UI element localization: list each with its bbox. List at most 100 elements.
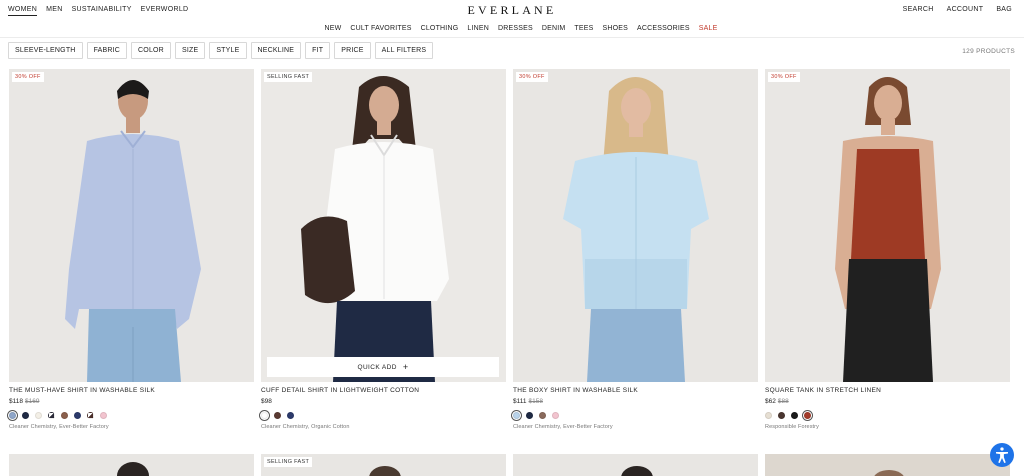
filter-fabric[interactable]: FABRIC: [86, 42, 128, 59]
model-illustration: [261, 69, 506, 382]
selling-fast-badge: SELLING FAST: [264, 457, 313, 467]
product-image[interactable]: SELLING FAST: [261, 454, 506, 476]
quick-add-button[interactable]: QUICK ADD +: [267, 357, 499, 377]
quick-add-label: QUICK ADD: [357, 363, 397, 371]
discount-badge: 30% OFF: [12, 72, 44, 82]
color-swatch[interactable]: [35, 411, 42, 419]
color-swatch[interactable]: [539, 411, 546, 419]
filter-sleeve-length[interactable]: SLEEVE-LENGTH: [8, 42, 83, 59]
filter-neckline[interactable]: NECKLINE: [250, 42, 302, 59]
product-card[interactable]: 30% OFF THE MUST-HAVE SHIRT IN WASHABLE …: [9, 69, 254, 430]
color-swatch[interactable]: [791, 411, 798, 419]
color-swatch[interactable]: [22, 411, 29, 419]
color-swatch[interactable]: [48, 411, 55, 419]
filter-bar: SLEEVE-LENGTH FABRIC COLOR SIZE STYLE NE…: [8, 42, 434, 59]
price: $98: [261, 398, 272, 405]
sale-price: $111: [513, 398, 527, 405]
product-count: 129 PRODUCTS: [962, 48, 1015, 55]
model-illustration: [117, 462, 149, 476]
filter-fit[interactable]: FIT: [305, 42, 331, 59]
filter-style[interactable]: STYLE: [209, 42, 247, 59]
color-swatch[interactable]: [100, 411, 107, 419]
bag-link[interactable]: BAG: [996, 6, 1012, 13]
original-price: $88: [777, 398, 789, 405]
product-price: $111 $158: [513, 398, 758, 405]
model-illustration: [9, 69, 254, 382]
product-card[interactable]: 30% OFF SQUARE TANK IN STRETCH LINEN $62…: [765, 69, 1010, 430]
filter-price[interactable]: PRICE: [334, 42, 371, 59]
filter-color[interactable]: COLOR: [131, 42, 171, 59]
sustainability-tagline: Responsible Forestry: [765, 424, 819, 430]
color-swatches: [513, 410, 758, 420]
color-swatch[interactable]: [74, 411, 81, 419]
product-image[interactable]: [513, 454, 758, 476]
model-illustration: [874, 470, 904, 476]
category-clothing[interactable]: CLOTHING: [421, 25, 459, 32]
model-illustration: [621, 466, 653, 476]
product-name[interactable]: SQUARE TANK IN STRETCH LINEN: [765, 387, 1010, 394]
color-swatch[interactable]: [513, 411, 520, 419]
category-tees[interactable]: TEES: [574, 25, 593, 32]
product-price: $98: [261, 398, 506, 405]
product-image[interactable]: SELLING FAST QUICK ADD +: [261, 69, 506, 382]
utility-nav: SEARCH ACCOUNT BAG: [903, 6, 1012, 13]
category-nav: NEW CULT FAVORITES CLOTHING LINEN DRESSE…: [0, 25, 1024, 32]
product-name[interactable]: CUFF DETAIL SHIRT IN LIGHTWEIGHT COTTON: [261, 387, 506, 394]
category-cult-favorites[interactable]: CULT FAVORITES: [350, 25, 411, 32]
product-image[interactable]: 30% OFF: [765, 69, 1010, 382]
selling-fast-badge: SELLING FAST: [264, 72, 313, 82]
color-swatches: [261, 410, 506, 420]
brand-logo[interactable]: EVERLANE: [0, 3, 1024, 18]
category-sale[interactable]: SALE: [699, 25, 718, 32]
color-swatch[interactable]: [287, 411, 294, 419]
product-card[interactable]: SELLING FAST QUICK ADD + CUFF DETAIL SHI…: [261, 69, 506, 430]
color-swatches: [765, 410, 1010, 420]
product-card[interactable]: 30% OFF THE BOXY SHIRT IN WASHABLE SILK …: [513, 69, 758, 430]
color-swatch[interactable]: [9, 411, 16, 419]
model-illustration: [765, 69, 1010, 382]
category-accessories[interactable]: ACCESSORIES: [637, 25, 690, 32]
category-shoes[interactable]: SHOES: [603, 25, 629, 32]
product-image[interactable]: 30% OFF: [513, 69, 758, 382]
category-new[interactable]: NEW: [324, 25, 341, 32]
filter-size[interactable]: SIZE: [174, 42, 206, 59]
original-price: $169: [24, 398, 40, 405]
sustainability-tagline: Cleaner Chemistry, Organic Cotton: [261, 424, 350, 430]
product-image[interactable]: 30% OFF: [9, 69, 254, 382]
accessibility-icon: [996, 447, 1008, 463]
sale-price: $62: [765, 398, 776, 405]
header-divider: [0, 37, 1024, 38]
color-swatch[interactable]: [87, 411, 94, 419]
category-denim[interactable]: DENIM: [542, 25, 566, 32]
original-price: $158: [528, 398, 543, 405]
color-swatches: [9, 410, 254, 420]
account-link[interactable]: ACCOUNT: [947, 6, 984, 13]
product-price: $62 $88: [765, 398, 1010, 405]
color-swatch[interactable]: [526, 411, 533, 419]
model-illustration: [513, 69, 758, 382]
product-image[interactable]: [765, 454, 1010, 476]
product-name[interactable]: THE BOXY SHIRT IN WASHABLE SILK: [513, 387, 758, 394]
color-swatch[interactable]: [552, 411, 559, 419]
sustainability-tagline: Cleaner Chemistry, Ever-Better Factory: [9, 424, 109, 430]
discount-badge: 30% OFF: [768, 72, 800, 82]
filter-all-filters[interactable]: ALL FILTERS: [374, 42, 434, 59]
sustainability-tagline: Cleaner Chemistry, Ever-Better Factory: [513, 424, 613, 430]
top-navigation: WOMEN MEN SUSTAINABILITY EVERWORLD EVERL…: [0, 0, 1024, 20]
plus-icon: +: [402, 362, 409, 372]
color-swatch[interactable]: [261, 411, 268, 419]
color-swatch[interactable]: [804, 411, 811, 419]
category-dresses[interactable]: DRESSES: [498, 25, 533, 32]
color-swatch[interactable]: [778, 411, 785, 419]
color-swatch[interactable]: [765, 411, 772, 419]
product-price: $118 $169: [9, 398, 254, 405]
color-swatch[interactable]: [61, 411, 68, 419]
discount-badge: 30% OFF: [516, 72, 548, 82]
color-swatch[interactable]: [274, 411, 281, 419]
product-image[interactable]: [9, 454, 254, 476]
product-name[interactable]: THE MUST-HAVE SHIRT IN WASHABLE SILK: [9, 387, 254, 394]
search-link[interactable]: SEARCH: [903, 6, 934, 13]
category-linen[interactable]: LINEN: [467, 25, 489, 32]
sale-price: $118: [9, 398, 23, 405]
accessibility-button[interactable]: [990, 443, 1014, 467]
